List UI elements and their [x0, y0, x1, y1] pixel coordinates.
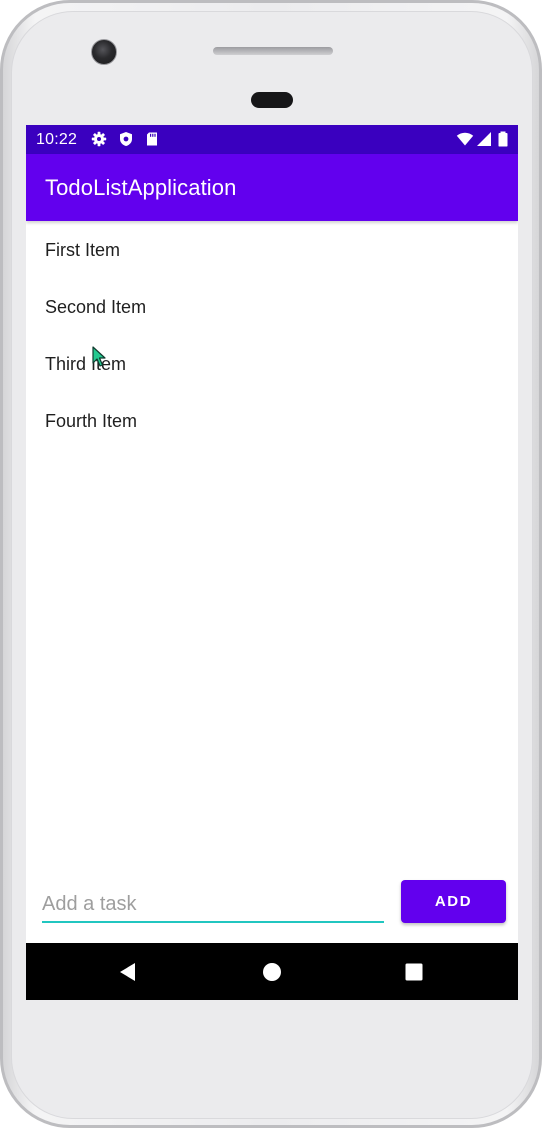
signal-icon: [476, 131, 492, 147]
app-bar: TodoListApplication: [26, 154, 518, 221]
navigation-bar: [26, 943, 518, 1000]
app-title: TodoListApplication: [45, 175, 237, 200]
front-camera: [91, 39, 117, 65]
recents-icon[interactable]: [401, 959, 427, 985]
list-item[interactable]: Third Item: [26, 335, 518, 392]
gear-icon: [91, 131, 107, 147]
status-bar: 10:22: [26, 125, 518, 154]
shield-icon: [118, 131, 134, 147]
phone-screen: 10:22 TodoListApplication First Item Sec…: [26, 125, 518, 1000]
wifi-icon: [456, 131, 474, 147]
battery-icon: [497, 131, 513, 147]
back-icon[interactable]: [115, 959, 141, 985]
add-task-input[interactable]: [42, 887, 384, 923]
home-icon[interactable]: [259, 959, 285, 985]
todo-list: First Item Second Item Third Item Fourth…: [26, 221, 518, 449]
list-item[interactable]: First Item: [26, 221, 518, 278]
proximity-sensor: [251, 92, 293, 108]
sd-card-icon: [144, 131, 160, 147]
earpiece-speaker: [213, 47, 333, 55]
list-item[interactable]: Fourth Item: [26, 392, 518, 449]
add-button[interactable]: ADD: [401, 880, 506, 923]
status-time: 10:22: [36, 131, 78, 148]
list-item[interactable]: Second Item: [26, 278, 518, 335]
